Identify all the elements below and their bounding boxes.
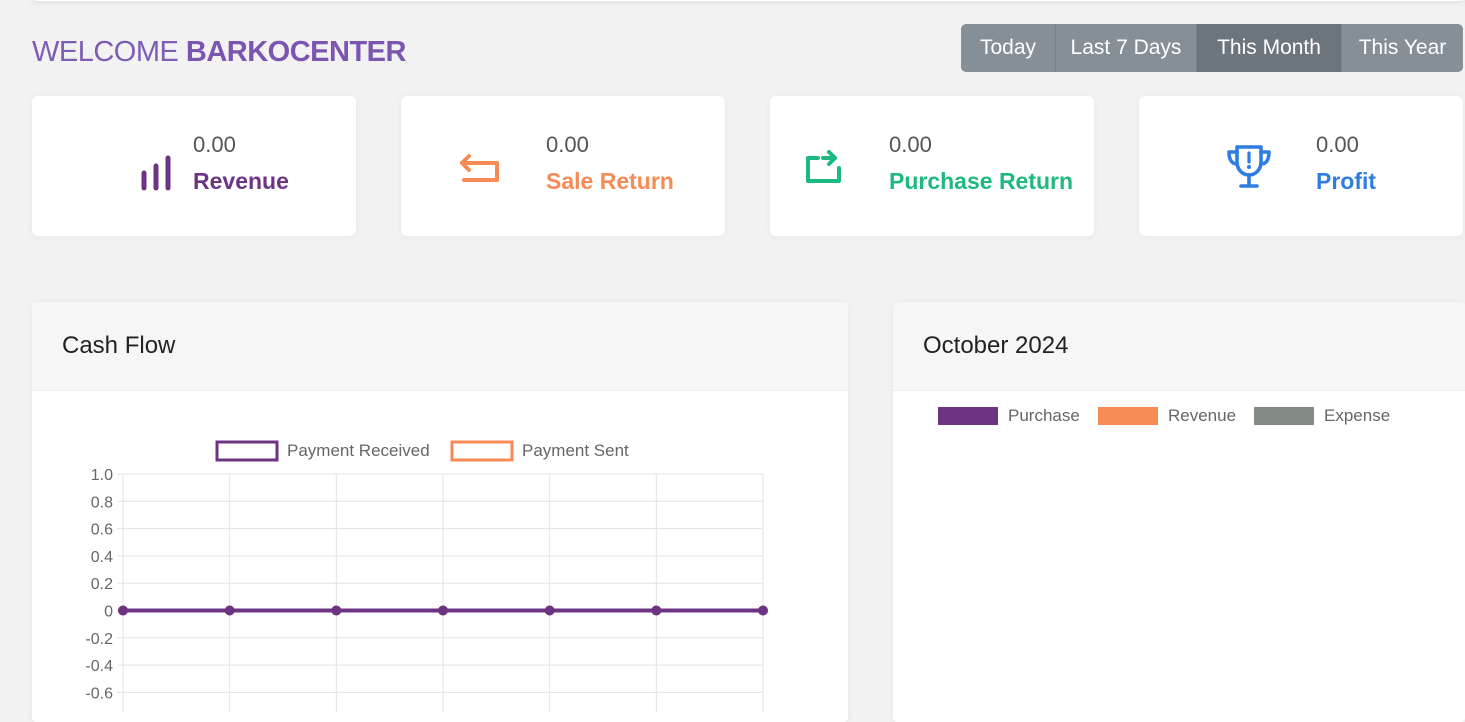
- cash-flow-panel: Cash Flow Payment Received Payment Sent 1.…: [32, 302, 848, 722]
- top-navbar-edge: [32, 0, 1465, 1]
- monthly-panel: October 2024 Purchase Revenue Expense: [893, 302, 1465, 722]
- profit-label: Profit: [1316, 168, 1377, 194]
- data-point: [758, 605, 768, 616]
- y-tick-label: 0.2: [91, 576, 113, 593]
- data-point: [651, 605, 662, 616]
- range-last-7-days-button[interactable]: Last 7 Days: [1056, 24, 1197, 72]
- purchase-return-value: 0.00: [889, 132, 932, 157]
- monthly-chart: Purchase Revenue Expense: [938, 406, 1390, 425]
- trophy-icon: [1227, 145, 1271, 188]
- data-point: [544, 605, 555, 616]
- welcome-prefix: WELCOME: [32, 36, 179, 68]
- repeat-icon: [806, 150, 841, 183]
- sale-return-label: Sale Return: [546, 168, 674, 194]
- range-this-year-button[interactable]: This Year: [1342, 24, 1463, 72]
- y-tick-label: -0.6: [85, 685, 113, 702]
- legend-label: Payment Sent: [522, 441, 629, 460]
- y-tick-label: 0.8: [91, 494, 113, 511]
- range-today-button[interactable]: Today: [961, 24, 1056, 72]
- stat-card-sale-return[interactable]: 0.00 Sale Return: [401, 96, 725, 236]
- cash-flow-title: Cash Flow: [32, 302, 848, 391]
- y-tick-label: 0.6: [91, 522, 113, 539]
- sale-return-value: 0.00: [546, 132, 589, 157]
- legend-swatch: [215, 440, 279, 462]
- legend-swatch: [1254, 407, 1314, 425]
- y-tick-label: -0.2: [85, 631, 113, 648]
- revenue-value: 0.00: [193, 132, 236, 157]
- y-tick-label: -0.4: [85, 658, 113, 675]
- stat-card-purchase-return[interactable]: 0.00 Purchase Return: [770, 96, 1094, 236]
- y-tick-label: 1.0: [91, 467, 113, 484]
- data-point: [118, 605, 128, 616]
- monthly-title: October 2024: [893, 302, 1465, 391]
- legend-swatch: [938, 407, 998, 425]
- legend-label: Revenue: [1168, 406, 1236, 425]
- data-point: [224, 605, 235, 616]
- welcome-heading: WELCOME BARKOCENTER: [32, 36, 406, 69]
- stat-card-profit[interactable]: 0.00 Profit: [1139, 96, 1463, 236]
- legend-label: Purchase: [1008, 406, 1080, 425]
- welcome-username: BARKOCENTER: [185, 36, 407, 68]
- stat-card-revenue[interactable]: 0.00 Revenue: [32, 96, 356, 236]
- legend-swatch: [1098, 407, 1158, 425]
- legend-label: Expense: [1324, 406, 1390, 425]
- purchase-return-label: Purchase Return: [889, 168, 1074, 194]
- y-tick-label: 0: [104, 604, 113, 621]
- bar-chart-icon: [141, 155, 171, 191]
- legend-swatch: [450, 440, 514, 462]
- range-this-month-button[interactable]: This Month: [1197, 24, 1342, 72]
- profit-value: 0.00: [1316, 132, 1359, 157]
- y-tick-label: 0.4: [91, 549, 113, 566]
- return-arrow-icon: [460, 154, 499, 182]
- legend-label: Payment Received: [287, 441, 430, 460]
- revenue-label: Revenue: [193, 168, 289, 194]
- cash-flow-chart: Payment Received Payment Sent 1.0 0.8 0.6 0.4…: [85, 440, 768, 712]
- data-point: [438, 605, 448, 616]
- data-point: [331, 605, 342, 616]
- date-range-selector: Today Last 7 Days This Month This Year: [961, 24, 1463, 72]
